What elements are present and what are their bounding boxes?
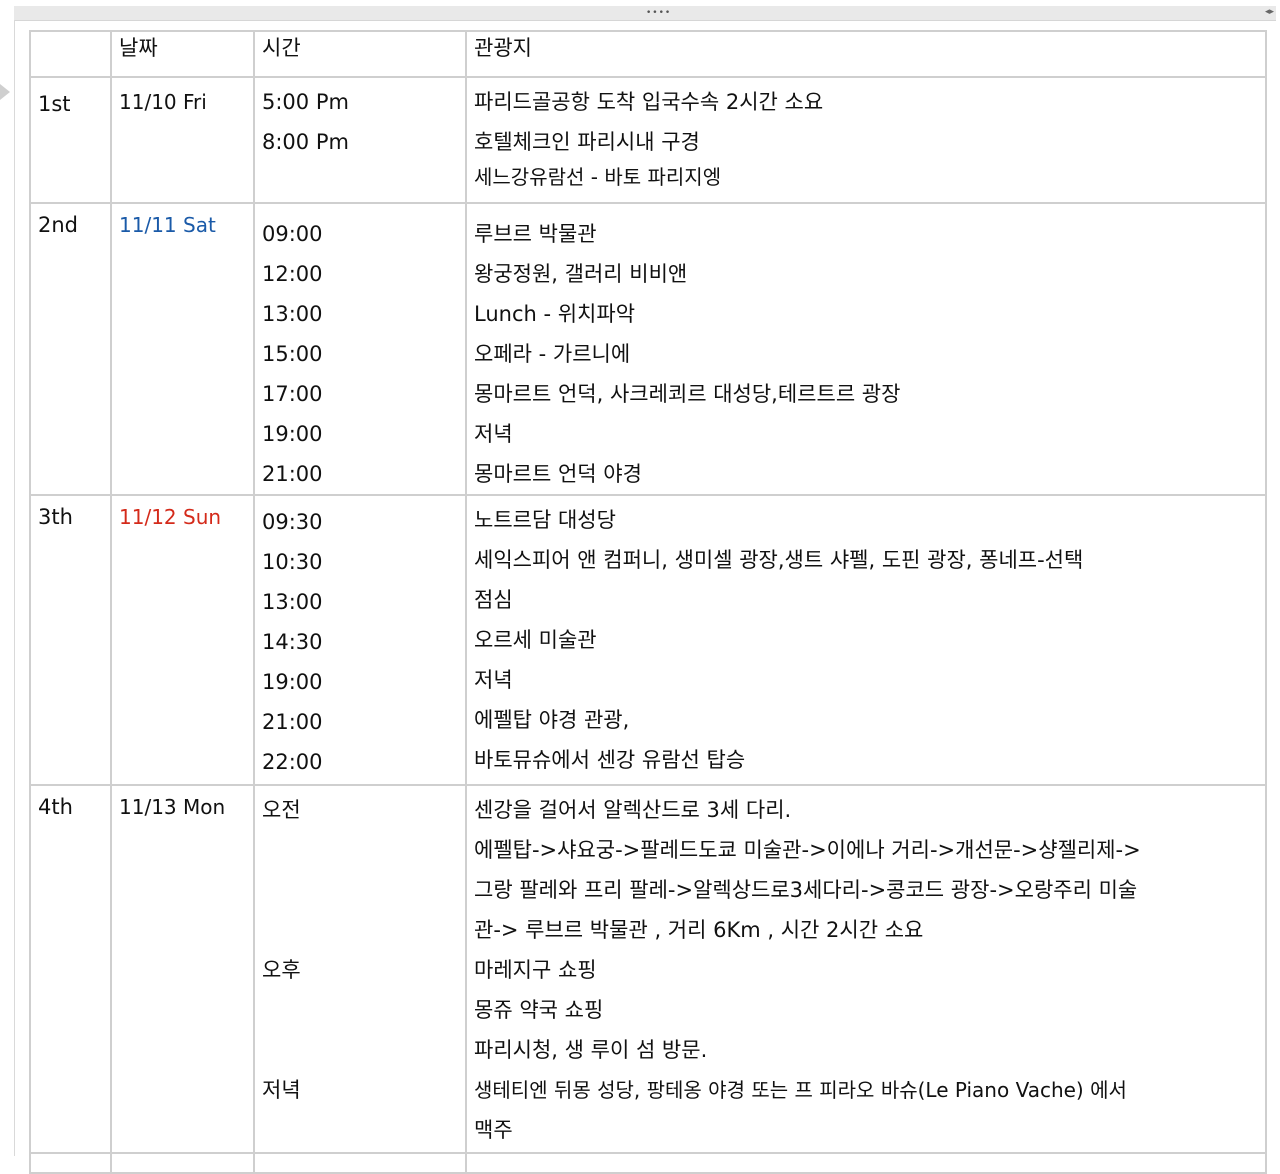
place-label: 호텔체크인 파리시내 구경 — [474, 130, 700, 154]
place-label: 맥주 — [474, 1118, 513, 1142]
place-cell[interactable]: 파리드골공항 도착 입국수속 2시간 소요 호텔체크인 파리시내 구경 세느강유… — [465, 76, 1267, 204]
place-label: 몽마르트 언덕 야경 — [474, 462, 642, 486]
time-label: 오후 — [262, 958, 301, 982]
place-label: 저녁 — [474, 422, 513, 446]
date-cell[interactable] — [110, 1152, 255, 1174]
time-label: 13:00 — [262, 302, 323, 326]
date-label: 11/13 Mon — [119, 795, 226, 819]
time-cell[interactable]: 09:30 10:30 13:00 14:30 19:00 21:00 22:0… — [253, 494, 467, 786]
time-label — [262, 990, 458, 1030]
place-label: 에펠탑->샤요궁->팔레드도쿄 미술관->이에나 거리->개선문->샹젤리제-> — [474, 838, 1141, 862]
place-label: 생테티엔 뒤몽 성당, 팡테옹 야경 또는 프 피라오 바슈(Le Piano … — [474, 1078, 1127, 1102]
time-label: 21:00 — [262, 462, 323, 486]
place-label: 그랑 팔레와 프리 팔레->알렉상드로3세다리->콩코드 광장->오랑주리 미술 — [474, 878, 1138, 902]
place-label: 오르세 미술관 — [474, 628, 597, 652]
time-cell[interactable]: 5:00 Pm 8:00 Pm — [253, 76, 467, 204]
time-label — [262, 1030, 458, 1070]
date-label-sun: 11/12 Sun — [119, 505, 222, 529]
time-label: 15:00 — [262, 342, 323, 366]
place-label: 파리시청, 생 루이 섬 방문. — [474, 1038, 708, 1062]
table-row: 1st 11/10 Fri 5:00 Pm 8:00 Pm 파리드골공항 도착 … — [29, 76, 1267, 204]
place-label: 관-> 루브르 박물관 , 거리 6Km , 시간 2시간 소요 — [474, 918, 924, 942]
place-label: 몽마르트 언덕, 사크레쾨르 대성당,테르트르 광장 — [474, 382, 901, 406]
ruler-bar: •••• ◂▸ — [14, 6, 1276, 21]
expand-arrows-icon[interactable]: ◂▸ — [1265, 7, 1274, 17]
time-label: 5:00 Pm — [262, 90, 349, 114]
time-cell[interactable]: 오전 오후 저녁 — [253, 784, 467, 1154]
day-cell[interactable] — [29, 1152, 112, 1174]
place-label: 센강을 걸어서 알렉산드로 3세 다리. — [474, 798, 792, 822]
table-header-row: 날짜 시간 관광지 — [29, 30, 1267, 78]
place-label: 몽쥬 약국 쇼핑 — [474, 998, 604, 1022]
place-label: 노트르담 대성당 — [474, 508, 616, 532]
time-label: 12:00 — [262, 262, 323, 286]
table-row: 3th 11/12 Sun 09:30 10:30 13:00 14:30 19… — [29, 494, 1267, 786]
time-label: 22:00 — [262, 750, 323, 774]
table-row: 4th 11/13 Mon 오전 오후 저녁 센강을 걸어서 알렉산드로 3세 … — [29, 784, 1267, 1154]
date-cell[interactable]: 11/12 Sun — [110, 494, 255, 786]
time-label: 10:30 — [262, 550, 323, 574]
time-label: 21:00 — [262, 710, 323, 734]
place-label: 세느강유람선 - 바토 파리지엥 — [474, 165, 722, 189]
time-label — [262, 910, 458, 950]
place-cell[interactable] — [465, 1152, 1267, 1174]
date-cell[interactable]: 11/13 Mon — [110, 784, 255, 1154]
time-label — [262, 870, 458, 910]
place-label: 에펠탑 야경 관광, — [474, 708, 630, 732]
day-cell[interactable]: 4th — [29, 784, 112, 1154]
time-label: 저녁 — [262, 1078, 301, 1102]
place-cell[interactable]: 센강을 걸어서 알렉산드로 3세 다리. 에펠탑->샤요궁->팔레드도쿄 미술관… — [465, 784, 1267, 1154]
time-label: 09:00 — [262, 222, 323, 246]
time-cell[interactable]: 09:00 12:00 13:00 15:00 17:00 19:00 21:0… — [253, 202, 467, 496]
place-label: 바토뮤슈에서 센강 유람선 탑승 — [474, 748, 746, 772]
place-label: 오페라 - 가르니에 — [474, 342, 631, 366]
time-label: 오전 — [262, 798, 301, 822]
time-label — [262, 162, 458, 196]
place-label: Lunch - 위치파악 — [474, 302, 636, 326]
place-label: 저녁 — [474, 668, 513, 692]
time-label — [262, 1110, 458, 1150]
time-label — [262, 830, 458, 870]
time-cell[interactable] — [253, 1152, 467, 1174]
place-label: 파리드골공항 도착 입국수속 2시간 소요 — [474, 90, 824, 114]
header-time[interactable]: 시간 — [253, 30, 467, 78]
time-label: 13:00 — [262, 590, 323, 614]
place-cell[interactable]: 노트르담 대성당 세익스피어 앤 컴퍼니, 생미셀 광장,생트 샤펠, 도핀 광… — [465, 494, 1267, 786]
date-cell[interactable]: 11/11 Sat — [110, 202, 255, 496]
margin-marker-icon[interactable] — [0, 84, 10, 100]
day-label: 1st — [38, 92, 71, 116]
place-cell[interactable]: 루브르 박물관 왕궁정원, 갤러리 비비앤 Lunch - 위치파악 오페라 -… — [465, 202, 1267, 496]
day-label: 4th — [38, 795, 73, 819]
place-label: 마레지구 쇼핑 — [474, 958, 597, 982]
time-label: 14:30 — [262, 630, 323, 654]
header-day[interactable] — [29, 30, 112, 78]
place-label: 세익스피어 앤 컴퍼니, 생미셀 광장,생트 샤펠, 도핀 광장, 퐁네프-선택 — [474, 548, 1084, 572]
place-label: 점심 — [474, 588, 513, 612]
place-label: 왕궁정원, 갤러리 비비앤 — [474, 262, 688, 286]
day-label: 2nd — [38, 213, 79, 237]
itinerary-table: 날짜 시간 관광지 1st 11/10 Fri 5:00 Pm 8:00 Pm … — [29, 30, 1267, 1174]
drag-handle-icon[interactable]: •••• — [646, 8, 671, 18]
time-label: 19:00 — [262, 422, 323, 446]
date-cell[interactable]: 11/10 Fri — [110, 76, 255, 204]
place-label: 루브르 박물관 — [474, 222, 597, 246]
page-margin-line — [14, 20, 15, 1156]
day-cell[interactable]: 1st — [29, 76, 112, 204]
day-label: 3th — [38, 505, 73, 529]
time-label: 8:00 Pm — [262, 130, 349, 154]
table-row: 2nd 11/11 Sat 09:00 12:00 13:00 15:00 17… — [29, 202, 1267, 496]
time-label: 17:00 — [262, 382, 323, 406]
date-label-sat: 11/11 Sat — [119, 213, 216, 237]
date-label: 11/10 Fri — [119, 90, 207, 114]
time-label: 09:30 — [262, 510, 323, 534]
day-cell[interactable]: 2nd — [29, 202, 112, 496]
header-date[interactable]: 날짜 — [110, 30, 255, 78]
time-label: 19:00 — [262, 670, 323, 694]
header-place[interactable]: 관광지 — [465, 30, 1267, 78]
table-row — [29, 1152, 1267, 1174]
day-cell[interactable]: 3th — [29, 494, 112, 786]
